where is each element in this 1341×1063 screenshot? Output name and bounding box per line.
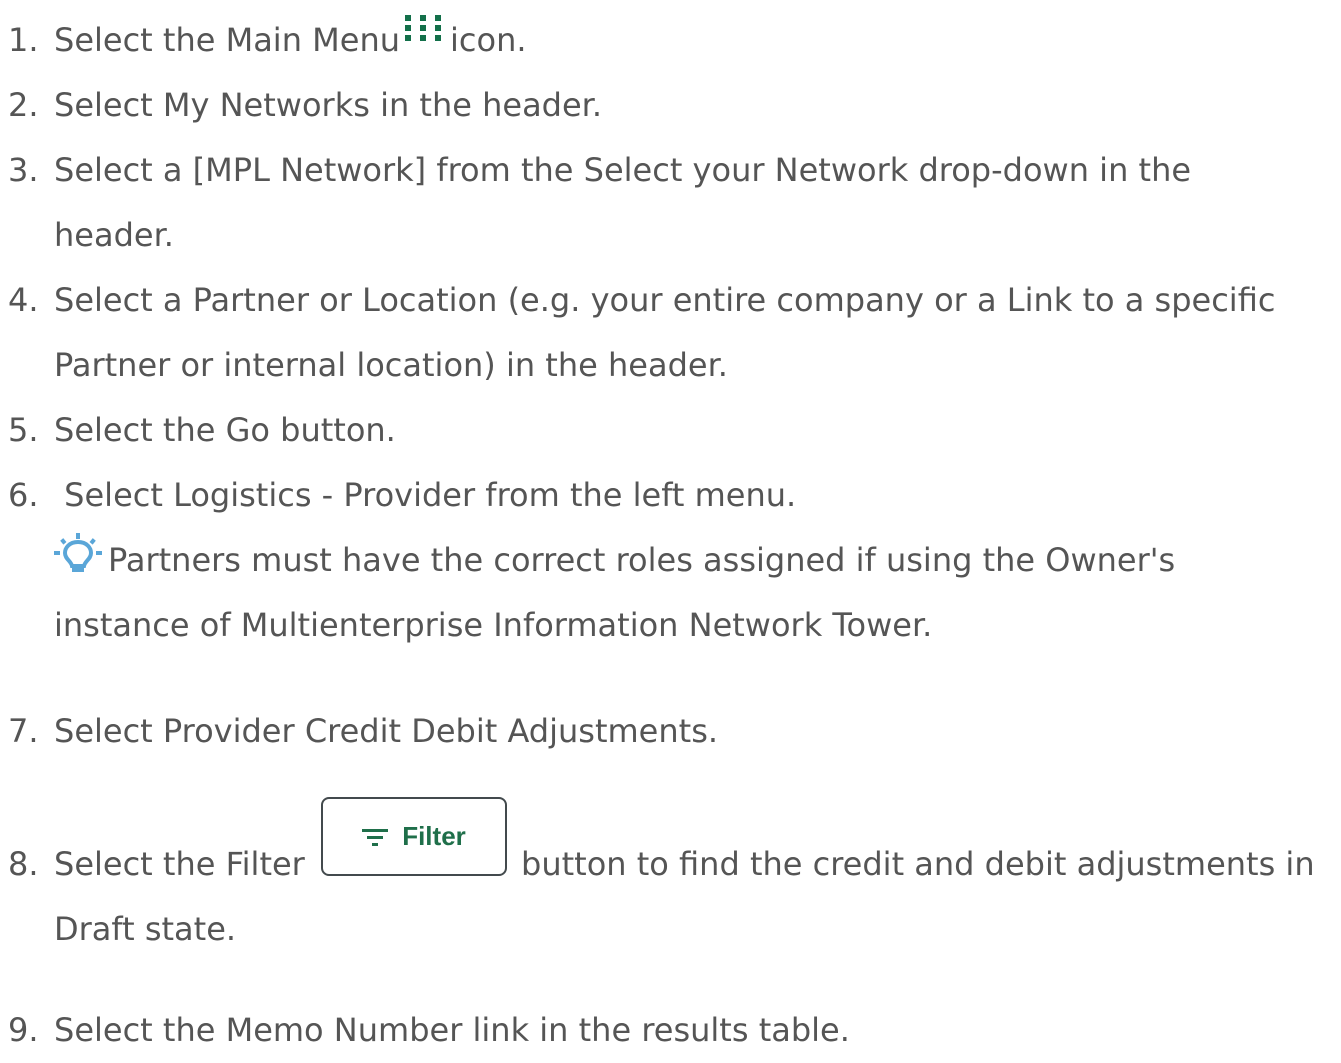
step-number: 8. bbox=[8, 845, 39, 883]
main-menu-grid-icon bbox=[404, 0, 442, 41]
step-text-suffix: button to find the credit and debit adju… bbox=[521, 845, 1315, 883]
tip-text-line-2: instance of Multienterprise Information … bbox=[54, 606, 933, 644]
filter-lines-icon bbox=[362, 827, 389, 847]
step-number: 5. bbox=[8, 411, 39, 449]
step-text: Select the Go button. bbox=[54, 411, 396, 449]
filter-button-label: Filter bbox=[402, 821, 466, 851]
step-text: Select Provider Credit Debit Adjustments… bbox=[54, 712, 719, 750]
step-text-line-1: Select a Partner or Location (e.g. your … bbox=[54, 281, 1276, 319]
step-text-line-2: header. bbox=[54, 216, 174, 254]
step-text-line-1: Select a [MPL Network] from the Select y… bbox=[54, 151, 1192, 189]
step-text: Select the Memo Number link in the resul… bbox=[54, 1011, 850, 1049]
step-text-line-2: Partner or internal location) in the hea… bbox=[54, 346, 728, 384]
filter-button[interactable]: Filter bbox=[321, 797, 507, 876]
tip-text-line-1: Partners must have the correct roles ass… bbox=[108, 541, 1176, 579]
step-number: 4. bbox=[8, 281, 39, 319]
step-number: 3. bbox=[8, 151, 39, 189]
step-text: Select My Networks in the header. bbox=[54, 86, 603, 124]
step-number: 1. bbox=[8, 21, 39, 59]
step-text-prefix: Select the Filter bbox=[54, 845, 305, 883]
step-text: Select Logistics - Provider from the lef… bbox=[54, 476, 797, 514]
step-text: Select the Main Menu bbox=[54, 21, 400, 59]
step-text-line-2: Draft state. bbox=[54, 910, 237, 948]
step-number: 7. bbox=[8, 712, 39, 750]
step-text-suffix: icon. bbox=[450, 21, 527, 59]
step-number: 9. bbox=[8, 1011, 39, 1049]
step-number: 2. bbox=[8, 86, 39, 124]
step-number: 6. bbox=[8, 476, 39, 514]
lightbulb-icon bbox=[54, 530, 102, 572]
